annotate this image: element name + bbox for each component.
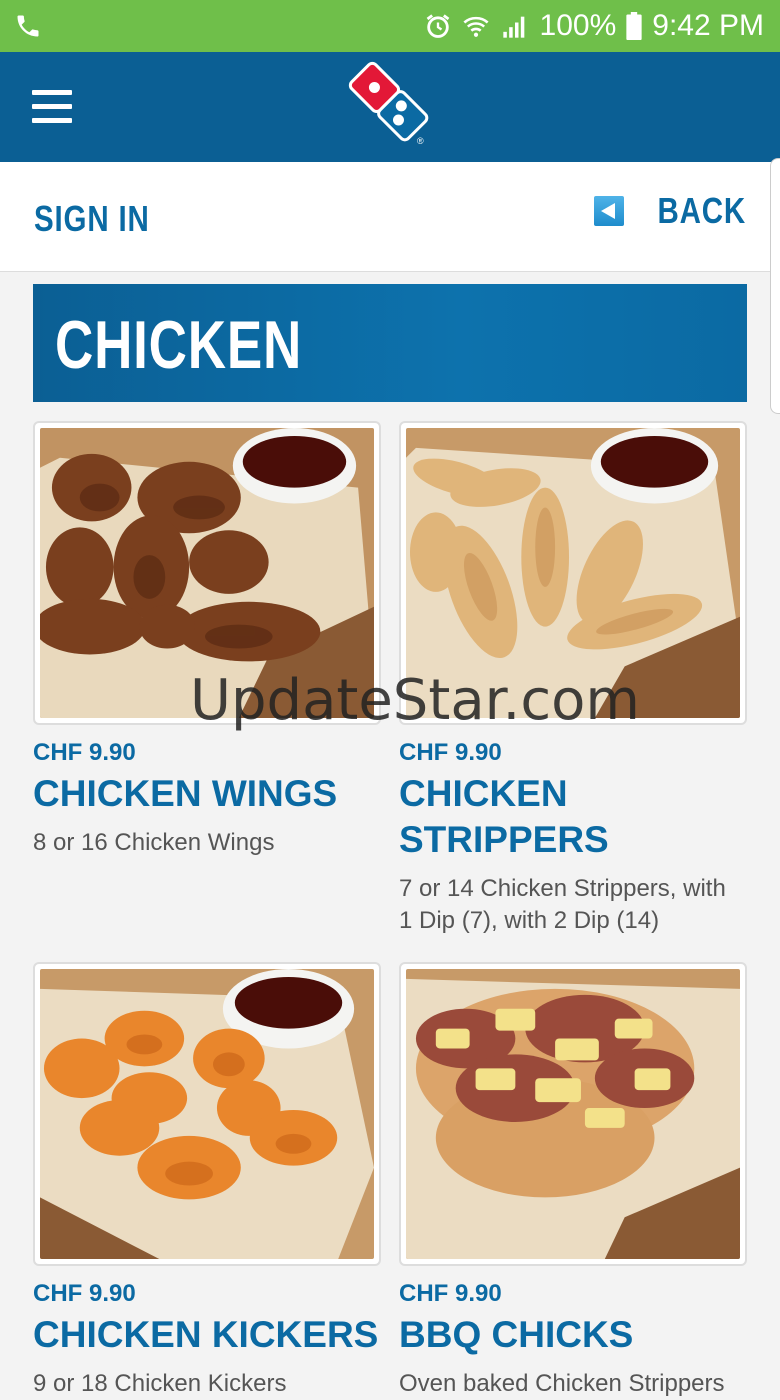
- product-name[interactable]: CHICKEN STRIPPERS: [399, 771, 629, 863]
- product-image-frame[interactable]: [399, 962, 747, 1266]
- back-arrow-icon: [594, 196, 624, 226]
- battery-percent: 100%: [539, 9, 617, 42]
- product-name[interactable]: CHICKEN WINGS: [33, 771, 381, 817]
- product-card-bbq-chicks[interactable]: CHF 9.90 BBQ CHICKS Oven baked Chicken S…: [399, 962, 747, 1400]
- alarm-icon: [426, 14, 449, 38]
- signal-icon: [502, 16, 524, 38]
- bbq-chicks-image: [406, 969, 740, 1259]
- product-price: CHF 9.90: [399, 1280, 502, 1307]
- watermark-text: UpdateStar.com: [190, 668, 640, 733]
- product-price: CHF 9.90: [33, 1280, 136, 1307]
- status-bar: 100% 9:42 PM: [0, 0, 780, 52]
- product-card-chicken-kickers[interactable]: CHF 9.90 CHICKEN KICKERS 9 or 18 Chicken…: [33, 962, 381, 1400]
- back-label: BACK: [657, 190, 746, 231]
- chicken-kickers-image: [40, 969, 374, 1259]
- product-card-chicken-wings[interactable]: CHF 9.90 CHICKEN WINGS 8 or 16 Chicken W…: [33, 421, 381, 859]
- dominos-logo[interactable]: ®: [340, 58, 440, 148]
- category-title: CHICKEN: [55, 307, 303, 383]
- phone-icon: [17, 15, 39, 37]
- back-button[interactable]: BACK: [594, 190, 746, 232]
- product-name[interactable]: CHICKEN KICKERS: [33, 1312, 381, 1358]
- sign-in-link[interactable]: SIGN IN: [34, 198, 150, 240]
- wifi-icon: [463, 16, 489, 37]
- product-price: CHF 9.90: [33, 739, 136, 766]
- app-bar: ®: [0, 52, 780, 162]
- clock: 9:42 PM: [652, 9, 764, 42]
- product-price: CHF 9.90: [399, 739, 502, 766]
- category-banner: CHICKEN: [33, 284, 747, 402]
- product-description: Oven baked Chicken Strippers: [399, 1370, 725, 1397]
- hamburger-menu-icon[interactable]: [32, 90, 72, 124]
- product-description: 8 or 16 Chicken Wings: [33, 829, 275, 856]
- battery-icon: [626, 12, 642, 40]
- product-description: 7 or 14 Chicken Strippers, with 1 Dip (7…: [399, 875, 726, 934]
- svg-text:®: ®: [417, 136, 424, 146]
- product-description: 9 or 18 Chicken Kickers: [33, 1370, 287, 1397]
- product-name[interactable]: BBQ CHICKS: [399, 1312, 747, 1358]
- edge-panel-handle[interactable]: [770, 158, 780, 414]
- product-image-frame[interactable]: [33, 962, 381, 1266]
- sub-navigation: SIGN IN BACK: [0, 162, 780, 272]
